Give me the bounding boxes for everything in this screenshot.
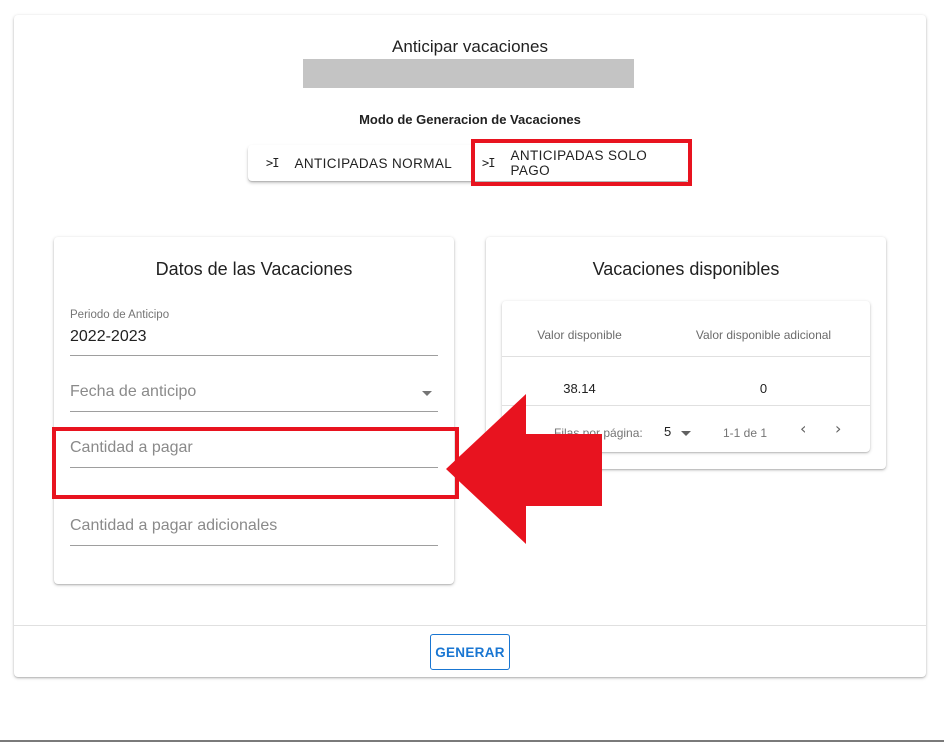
table-cell: 0: [759, 381, 768, 396]
fecha-anticipo-select[interactable]: Fecha de anticipo: [70, 369, 438, 412]
generar-button[interactable]: GENERAR: [430, 634, 510, 670]
mode-toggle-group: >I ANTICIPADAS NORMAL >I ANTICIPADAS SOL…: [248, 145, 689, 181]
chevron-right-icon[interactable]: ›: [835, 419, 841, 438]
dropdown-arrow-icon[interactable]: [681, 431, 691, 436]
page-title: Anticipar vacaciones: [392, 37, 548, 56]
datos-vacaciones-card: Datos de las Vacaciones Periodo de Antic…: [54, 237, 454, 584]
rows-per-page-select[interactable]: 5: [664, 424, 671, 439]
cantidad-pagar-input[interactable]: Cantidad a pagar: [70, 425, 438, 468]
mode-label: Modo de Generacion de Vacaciones: [359, 112, 581, 127]
cantidad-adicionales-input[interactable]: Cantidad a pagar adicionales: [70, 503, 438, 546]
annotation-arrow-icon: [446, 394, 602, 544]
field-underline: [70, 355, 438, 356]
column-header-valor[interactable]: Valor disponible: [502, 328, 657, 342]
fecha-placeholder: Fecha de anticipo: [70, 383, 197, 400]
field-underline: [70, 545, 438, 546]
toggle-label: ANTICIPADAS NORMAL: [294, 155, 453, 171]
field-underline: [70, 411, 438, 412]
periodo-value: 2022-2023: [70, 328, 147, 345]
window-bottom-edge: [0, 740, 944, 742]
column-header-valor-adicional[interactable]: Valor disponible adicional: [657, 328, 870, 342]
periodo-label: Periodo de Anticipo: [70, 309, 170, 321]
header-divider: [502, 356, 870, 357]
skip-to-end-icon: >I: [482, 156, 495, 170]
adicional-placeholder: Cantidad a pagar adicionales: [70, 517, 278, 534]
pagination-range: 1-1 de 1: [723, 426, 768, 440]
cantidad-placeholder: Cantidad a pagar: [70, 439, 193, 456]
datos-card-title: Datos de las Vacaciones: [155, 259, 353, 279]
dropdown-arrow-icon: [422, 391, 432, 396]
periodo-field[interactable]: Periodo de Anticipo 2022-2023: [70, 309, 438, 356]
redacted-field: [303, 59, 634, 88]
chevron-left-icon[interactable]: ‹: [800, 419, 806, 438]
skip-to-end-icon: >I: [266, 156, 279, 170]
toggle-anticipadas-solo-pago[interactable]: >I ANTICIPADAS SOLO PAGO: [472, 145, 689, 181]
footer-divider: [14, 625, 926, 626]
toggle-anticipadas-normal[interactable]: >I ANTICIPADAS NORMAL: [248, 145, 472, 181]
arrow-shape: [446, 394, 602, 544]
disponibles-card-title: Vacaciones disponibles: [592, 259, 780, 279]
toggle-label: ANTICIPADAS SOLO PAGO: [510, 148, 648, 178]
field-underline: [70, 467, 438, 468]
main-card: Anticipar vacaciones Modo de Generacion …: [14, 15, 926, 677]
